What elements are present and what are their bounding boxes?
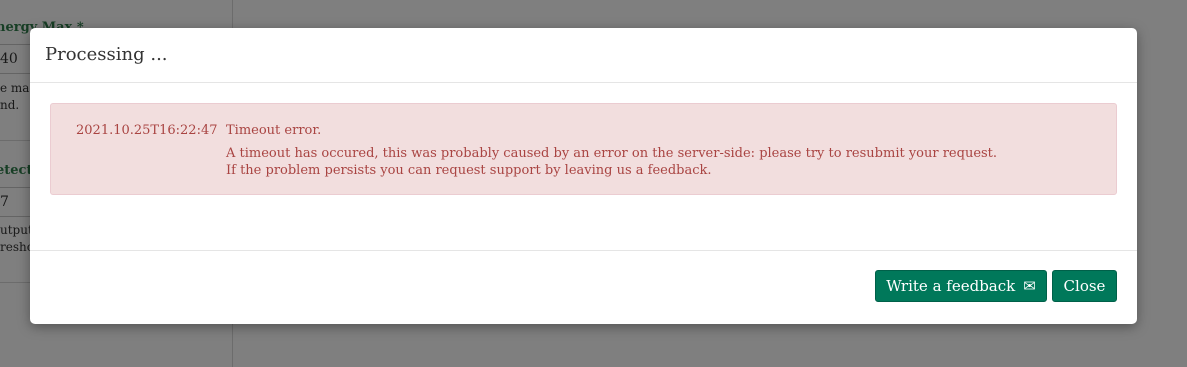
alert-timestamp: 2021.10.25T16:22:47 [76, 123, 218, 138]
alert-title: Timeout error. [226, 123, 322, 138]
close-label: Close [1063, 277, 1106, 295]
error-alert: 2021.10.25T16:22:47 Timeout error. A tim… [50, 103, 1117, 195]
write-feedback-label: Write a feedback [886, 277, 1016, 295]
write-feedback-button[interactable]: Write a feedback ✉ [875, 270, 1047, 302]
alert-message-line: A timeout has occured, this was probably… [226, 146, 998, 161]
processing-modal: Processing ... 2021.10.25T16:22:47 Timeo… [30, 28, 1137, 324]
close-button[interactable]: Close [1052, 270, 1117, 302]
alert-message-line: If the problem persists you can request … [226, 163, 712, 178]
modal-header: Processing ... [30, 28, 1137, 83]
modal-footer: Write a feedback ✉ Close [30, 250, 1137, 325]
alert-message: A timeout has occured, this was probably… [226, 145, 997, 179]
envelope-icon: ✉ [1023, 276, 1036, 295]
modal-title: Processing ... [45, 44, 168, 65]
